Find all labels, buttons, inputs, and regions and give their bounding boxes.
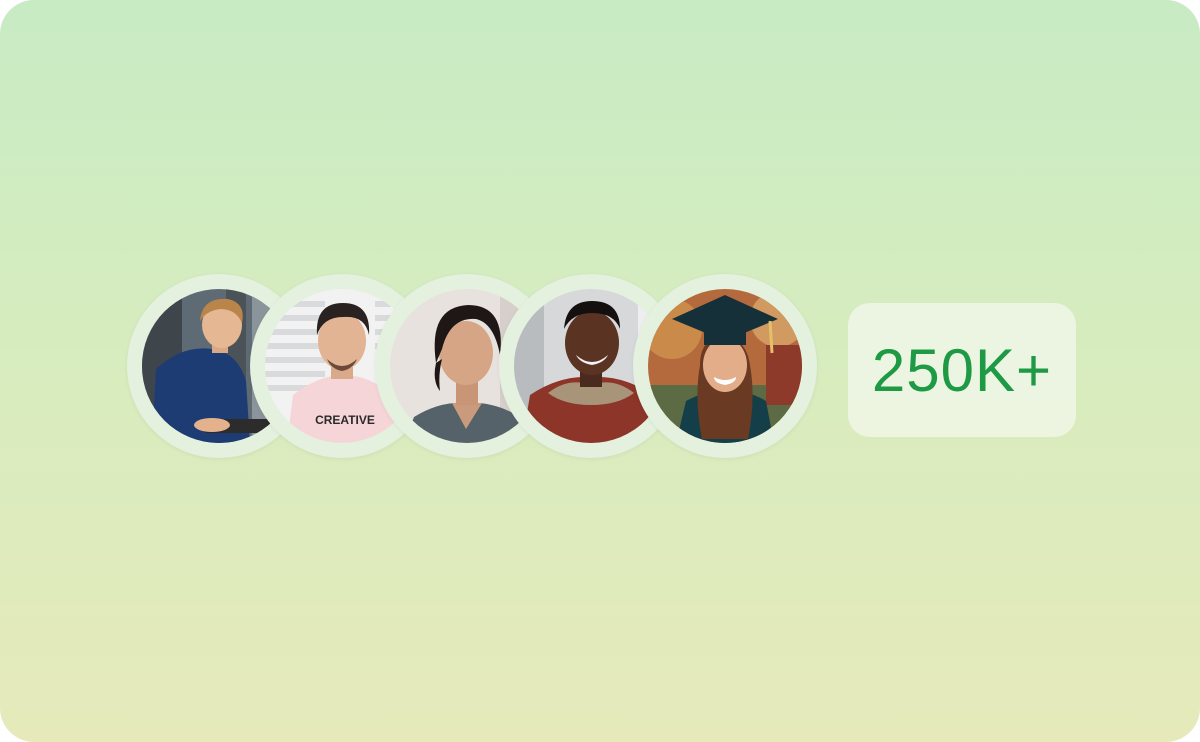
avatar-5 [633,274,817,458]
member-count-badge: 250K+ [848,303,1076,437]
avatar-person-graduate [648,289,802,443]
member-count: 250K+ [871,336,1053,404]
avatar-group: CREATIVE [127,274,817,466]
community-card: CREATIVE 250K+ [0,0,1200,742]
shirt-text: CREATIVE [315,413,375,427]
